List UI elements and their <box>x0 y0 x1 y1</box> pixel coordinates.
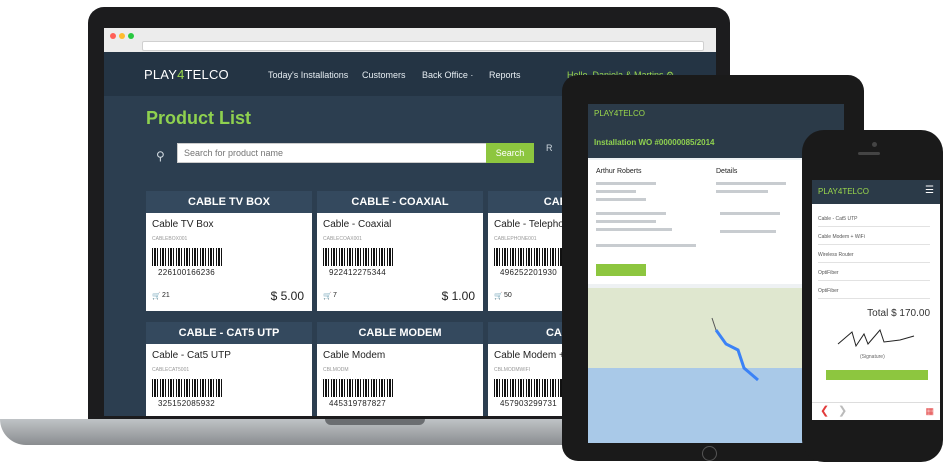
card-header: CABLE MODEM <box>317 322 483 344</box>
tablet-navbar: PLAY4TELCO <box>588 104 844 124</box>
product-card[interactable]: CABLE - COAXIAL Cable - Coaxial CABLECOA… <box>317 191 483 311</box>
browser-toolbar <box>104 28 716 53</box>
product-card[interactable]: CABLE MODEM Cable Modem CBLMODM 44531978… <box>317 322 483 416</box>
barcode-number: 496252201930 <box>500 268 557 277</box>
product-name: Cable - Coaxial <box>323 219 392 230</box>
reset-button[interactable]: R <box>546 143 553 153</box>
details-heading: Details <box>716 168 738 175</box>
address-line <box>596 190 636 193</box>
stock-count: 21 <box>162 292 170 299</box>
address-bar[interactable] <box>142 41 704 51</box>
page-title: Product List <box>146 108 252 128</box>
product-code: CABLEPHONE001 <box>494 236 537 242</box>
phone-line <box>596 212 666 215</box>
barcode-image <box>494 248 566 266</box>
order-item[interactable]: Cable - Cat5 UTP <box>818 212 930 227</box>
signature-label: (Signature) <box>860 354 885 360</box>
barcode-number: 445319787827 <box>329 399 386 408</box>
brand-logo[interactable]: PLAY4TELCO <box>144 67 229 82</box>
cart-icon: 🛒 <box>323 293 332 300</box>
address-line <box>596 198 646 201</box>
customer-name: Arthur Roberts <box>596 168 642 175</box>
product-name: Cable - Cat5 UTP <box>152 350 231 361</box>
barcode-number: 457903299731 <box>500 399 557 408</box>
tv-box-task <box>720 230 776 233</box>
hamburger-menu-icon[interactable]: ☰ <box>925 185 934 196</box>
details-line <box>716 190 768 193</box>
email-line <box>596 228 672 231</box>
window-close-icon[interactable] <box>110 33 116 39</box>
back-arrow-icon[interactable]: ❮ <box>820 404 829 417</box>
barcode-number: 325152085932 <box>158 399 215 408</box>
order-item[interactable]: OptiFiber <box>818 266 930 281</box>
barcode-image <box>152 379 224 397</box>
speaker-grille <box>858 152 880 155</box>
nav-customers[interactable]: Customers <box>362 70 406 80</box>
search-icon: ⚲ <box>156 149 165 163</box>
cart-icon: 🛒 <box>494 293 503 300</box>
barcode-image <box>494 379 566 397</box>
product-code: CABLEBOX001 <box>152 236 188 242</box>
window-minimize-icon[interactable] <box>119 33 125 39</box>
order-total: Total $ 170.00 <box>867 308 930 319</box>
note-line <box>596 244 696 247</box>
product-price: $ 5.00 <box>270 289 304 303</box>
phone-bottom-bar: ❮ ❯ ▦ <box>812 402 940 420</box>
approve-work-order-button[interactable] <box>826 370 928 380</box>
nav-back-office[interactable]: Back Office · <box>422 70 473 80</box>
stock-count: 50 <box>504 292 512 299</box>
product-code: CABLECAT5001 <box>152 367 190 373</box>
router-task <box>720 212 780 215</box>
window-maximize-icon[interactable] <box>128 33 134 39</box>
search-input[interactable] <box>177 143 487 163</box>
phone-navbar: PLAY4TELCO ☰ <box>812 180 940 204</box>
front-camera <box>872 142 877 147</box>
product-price: $ 1.00 <box>441 289 475 303</box>
barcode-image <box>152 248 224 266</box>
brand-logo[interactable]: PLAY4TELCO <box>594 109 645 118</box>
barcode-image <box>323 248 395 266</box>
barcode-number: 226100166236 <box>158 268 215 277</box>
signature-pad[interactable] <box>834 326 918 350</box>
forward-arrow-icon[interactable]: ❯ <box>838 404 847 417</box>
card-header: CABLE TV BOX <box>146 191 312 213</box>
start-installation-button[interactable] <box>596 264 646 276</box>
phone-screen: PLAY4TELCO ☰ Cable - Cat5 UTP Cable Mode… <box>812 180 940 420</box>
laptop-notch <box>325 419 425 425</box>
product-name: Cable Modem + <box>494 350 565 361</box>
search-button[interactable]: Search <box>486 143 534 163</box>
product-card[interactable]: CABLE - CAT5 UTP Cable - Cat5 UTP CABLEC… <box>146 322 312 416</box>
brand-logo[interactable]: PLAY4TELCO <box>818 187 869 196</box>
home-button[interactable] <box>702 446 717 461</box>
product-code: CABLECOAX001 <box>323 236 362 242</box>
product-code: CBLMODM <box>323 367 349 373</box>
phone-line <box>596 220 656 223</box>
order-item[interactable]: Wireless Router <box>818 248 930 263</box>
product-name: Cable TV Box <box>152 219 214 230</box>
cart-icon: 🛒 <box>152 293 161 300</box>
stock-count: 7 <box>333 292 337 299</box>
grid-menu-icon[interactable]: ▦ <box>925 406 934 417</box>
details-line <box>716 182 786 185</box>
barcode-number: 922412275344 <box>329 268 386 277</box>
card-header: CABLE - COAXIAL <box>317 191 483 213</box>
product-card[interactable]: CABLE TV BOX Cable TV Box CABLEBOX001 22… <box>146 191 312 311</box>
card-header: CABLE - CAT5 UTP <box>146 322 312 344</box>
order-item[interactable]: Cable Modem + WiFi <box>818 230 930 245</box>
nav-reports[interactable]: Reports <box>489 70 521 80</box>
address-line <box>596 182 656 185</box>
product-name: Cable Modem <box>323 350 386 361</box>
nav-todays-installations[interactable]: Today's Installations <box>268 70 348 80</box>
product-code: CBLMODMWIFI <box>494 367 531 373</box>
barcode-image <box>323 379 395 397</box>
work-order-title: Installation WO #00000085/2014 <box>594 138 715 147</box>
order-item[interactable]: OptiFiber <box>818 284 930 299</box>
